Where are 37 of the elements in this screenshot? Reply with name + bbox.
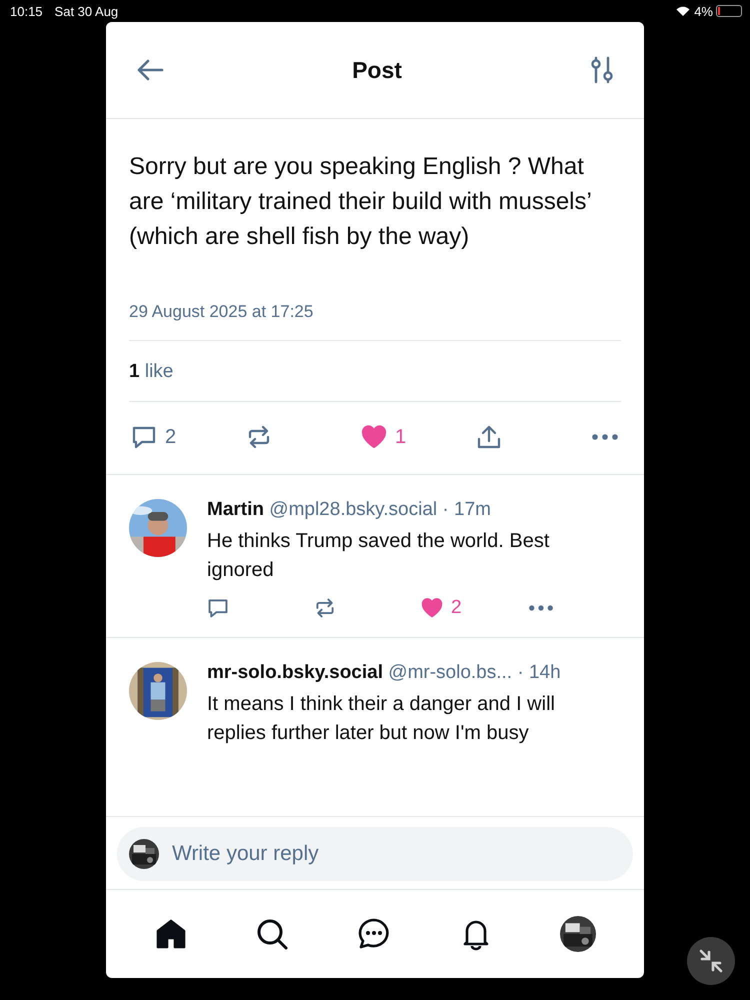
reply-field[interactable]: Write your reply xyxy=(117,827,633,881)
status-date: Sat 30 Aug xyxy=(54,4,118,18)
profile-tab[interactable] xyxy=(560,916,596,952)
post-timestamp: 29 August 2025 at 17:25 xyxy=(129,302,621,341)
minimize-button[interactable] xyxy=(687,937,735,985)
author-name[interactable]: Martin xyxy=(207,499,264,520)
more-icon[interactable] xyxy=(591,433,619,441)
battery-percent: 4% xyxy=(694,4,713,18)
reply-text: It means I think their a danger and I will replies further later but now I'm busy xyxy=(207,692,556,746)
post-time: · 14h xyxy=(517,662,561,683)
heart-icon[interactable] xyxy=(361,424,387,450)
reply-count: 2 xyxy=(165,426,176,448)
status-time: 10:15 xyxy=(10,4,43,18)
reply-icon[interactable] xyxy=(131,424,157,450)
search-icon[interactable] xyxy=(255,917,290,951)
like-count: 1 xyxy=(395,426,406,448)
settings-icon[interactable] xyxy=(590,56,614,84)
author-name[interactable]: mr-solo.bsky.social xyxy=(207,662,383,683)
share-icon[interactable] xyxy=(476,424,502,450)
chat-icon[interactable] xyxy=(356,917,391,951)
repost-icon[interactable] xyxy=(314,597,336,619)
reply-text: He thinks Trump saved the world. Best ignored xyxy=(207,529,550,583)
wifi-icon xyxy=(676,6,690,16)
back-icon[interactable] xyxy=(136,59,164,81)
battery-icon xyxy=(716,5,742,17)
home-icon[interactable] xyxy=(154,917,188,951)
like-summary[interactable]: 1 like xyxy=(129,341,621,402)
more-icon[interactable] xyxy=(528,604,554,612)
post-time: · 17m xyxy=(442,499,491,520)
repost-icon[interactable] xyxy=(246,424,272,450)
reply-icon[interactable] xyxy=(207,597,229,619)
author-handle[interactable]: @mpl28.bsky.social xyxy=(269,499,438,520)
page-title: Post xyxy=(352,56,402,84)
heart-icon[interactable] xyxy=(421,597,443,619)
author-handle[interactable]: @mr-solo.bs... xyxy=(388,662,512,683)
post-text: Sorry but are you speaking English ? What are ‘military trained their build with mussels’ (which are shell fish by the way) xyxy=(129,152,592,252)
like-count: 2 xyxy=(451,597,462,619)
